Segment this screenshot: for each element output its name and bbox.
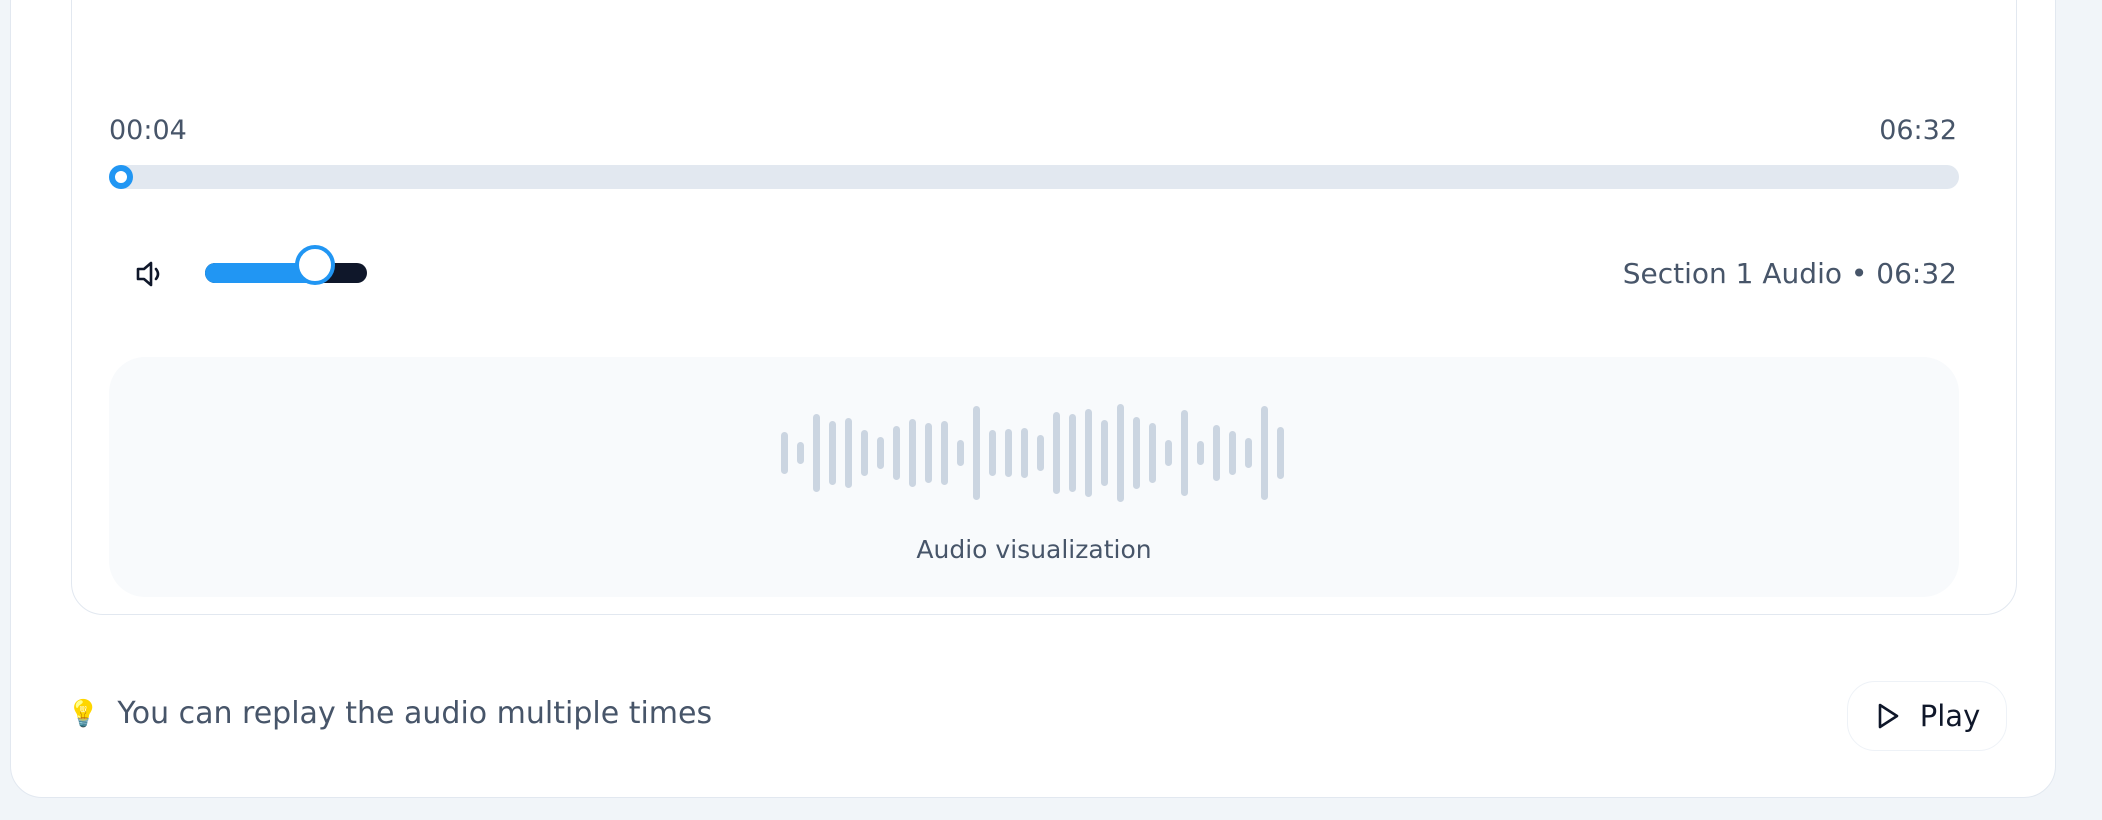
tip-row: 💡 You can replay the audio multiple time…	[67, 696, 712, 731]
waveform-bar	[877, 437, 884, 469]
waveform-bar	[829, 421, 836, 485]
waveform-bar	[1181, 410, 1188, 496]
waveform-bar	[1021, 428, 1028, 478]
waveform-bar	[861, 430, 868, 476]
waveform-bar	[1053, 412, 1060, 494]
waveform-bar	[893, 426, 900, 480]
waveform-bar	[1005, 429, 1012, 477]
waveform-bar	[1133, 417, 1140, 489]
volume-slider[interactable]	[205, 245, 367, 285]
waveform-bar	[1277, 427, 1284, 479]
waveform-bar	[1101, 420, 1108, 486]
waveform-bar	[925, 423, 932, 483]
play-button[interactable]: Play	[1847, 681, 2007, 751]
waveform-bar	[781, 432, 788, 474]
waveform-bar	[1197, 441, 1204, 465]
listening-card: 00:04 06:32 Section 1 Audio • 06:32 Audi…	[10, 0, 2056, 798]
visualization-label: Audio visualization	[916, 535, 1152, 564]
progress-thumb[interactable]	[111, 167, 131, 187]
waveform-bar	[845, 418, 852, 488]
waveform-bar	[1037, 435, 1044, 471]
waveform-bar	[1165, 440, 1172, 466]
waveform-bar	[957, 440, 964, 466]
volume-thumb[interactable]	[295, 245, 336, 285]
total-duration: 06:32	[1879, 115, 1957, 146]
waveform-bar	[1149, 423, 1156, 483]
waveform-bar	[1245, 438, 1252, 468]
play-button-label: Play	[1919, 699, 1981, 733]
waveform-bar	[941, 421, 948, 485]
waveform-bar	[813, 414, 820, 492]
track-info: Section 1 Audio • 06:32	[1622, 257, 1957, 290]
current-time: 00:04	[109, 115, 187, 146]
waveform-bar	[1261, 406, 1268, 500]
tip-text: You can replay the audio multiple times	[117, 696, 713, 731]
audio-visualization: Audio visualization	[109, 357, 1959, 597]
progress-bar[interactable]	[109, 165, 1959, 189]
waveform-bar	[1229, 431, 1236, 475]
waveform-bar	[989, 430, 996, 476]
waveform-bar	[909, 419, 916, 487]
play-icon	[1878, 703, 1899, 729]
lightbulb-icon: 💡	[67, 698, 100, 729]
volume-icon[interactable]	[133, 257, 167, 291]
waveform-bar	[797, 442, 804, 464]
waveform-bar	[1085, 409, 1092, 497]
waveform-bar	[1117, 404, 1124, 502]
waveform-bar	[1069, 414, 1076, 492]
waveform-bar	[973, 406, 980, 500]
waveform-bar	[1213, 425, 1220, 481]
